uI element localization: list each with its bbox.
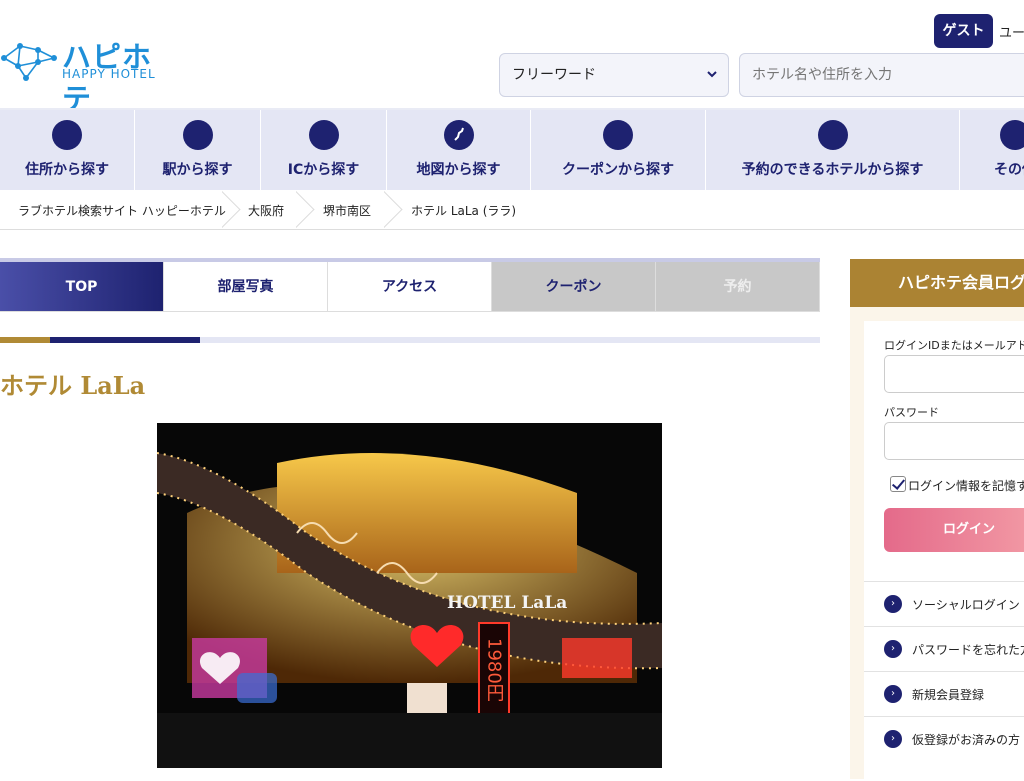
nav-item-map[interactable]: 地図から探す — [387, 110, 530, 190]
price-sign-text: 1980円 — [484, 638, 505, 703]
train-icon — [182, 120, 213, 150]
calendar-icon — [817, 120, 848, 150]
search-nav: 住所から探す 駅から探す ICから探す 地図から探す クーポンから探す 予約ので… — [0, 108, 1024, 190]
remember-checkbox[interactable] — [890, 476, 906, 492]
breadcrumb-separator — [222, 190, 242, 230]
site-header: ハピホテ HAPPY HOTEL ゲスト ユー フリーワード — [0, 0, 1024, 116]
nav-item-label: ICから探す — [287, 162, 360, 178]
link-label: ソーシャルログイン — [912, 598, 1020, 612]
nav-item-label: 地図から探す — [416, 162, 501, 178]
coupon-icon — [603, 120, 633, 150]
hotel-tabs: TOP 部屋写真 アクセス クーポン 予約 — [0, 258, 820, 312]
hotel-sign-text: HOTEL LaLa — [447, 593, 567, 613]
logo[interactable]: ハピホテ HAPPY HOTEL — [0, 36, 172, 116]
tab-room-photos[interactable]: 部屋写真 — [164, 262, 328, 312]
location-icon — [52, 120, 82, 150]
provisional-registered-link[interactable]: › 仮登録がお済みの方 — [864, 716, 1024, 761]
link-label: パスワードを忘れた方 — [912, 643, 1024, 657]
logo-subtext: HAPPY HOTEL — [62, 67, 156, 81]
login-panel: ハピホテ会員ログ ログインIDまたはメールアドレ パスワード ログイン情報を記憶… — [850, 259, 1024, 781]
login-id-label: ログインIDまたはメールアドレ — [884, 339, 1024, 352]
hotel-title: ホテル LaLa — [0, 371, 146, 400]
nav-item-coupon[interactable]: クーポンから探す — [531, 110, 705, 190]
breadcrumb-item[interactable]: 大阪府 — [248, 202, 284, 219]
link-label: 新規会員登録 — [912, 688, 985, 702]
login-panel-title: ハピホテ会員ログ — [850, 259, 1024, 307]
breadcrumb-item[interactable]: ラブホテル検索サイト ハッピーホテル — [18, 202, 226, 219]
chevron-right-icon: › — [884, 685, 902, 703]
nav-item-station[interactable]: 駅から探す — [135, 110, 260, 190]
nav-item-reservable[interactable]: 予約のできるホテルから探す — [706, 110, 959, 190]
nav-item-other[interactable]: その他 — [960, 110, 1024, 190]
nav-item-label: その他 — [994, 162, 1024, 178]
tab-top[interactable]: TOP — [0, 262, 164, 312]
chevron-right-icon: › — [884, 595, 902, 613]
login-form: ログインIDまたはメールアドレ パスワード ログイン情報を記憶す ログイン › … — [864, 321, 1024, 781]
user-link[interactable]: ユー — [999, 22, 1024, 41]
guest-button[interactable]: ゲスト — [934, 14, 993, 48]
nav-item-label: 予約のできるホテルから探す — [741, 162, 924, 178]
hotel-photo[interactable]: HOTEL LaLa 1980円 — [157, 423, 662, 768]
nav-item-label: 住所から探す — [25, 162, 109, 178]
breadcrumb-separator — [384, 190, 404, 230]
nav-item-ic[interactable]: ICから探す — [261, 110, 386, 190]
more-icon — [1000, 120, 1024, 150]
login-id-field[interactable] — [884, 355, 1024, 393]
section-divider — [0, 337, 820, 343]
nav-item-label: 駅から探す — [162, 162, 233, 178]
breadcrumb-current: ホテル LaLa (ララ) — [411, 204, 517, 218]
breadcrumb-item[interactable]: 堺市南区 — [323, 202, 371, 219]
breadcrumb: ラブホテル検索サイト ハッピーホテル 大阪府 堺市南区 ホテル LaLa (ララ… — [0, 190, 1024, 230]
tab-reservation: 予約 — [656, 262, 820, 312]
nav-item-address[interactable]: 住所から探す — [0, 110, 134, 190]
chevron-down-icon — [706, 54, 718, 113]
nav-item-label: クーポンから探す — [562, 162, 674, 178]
social-login-link[interactable]: › ソーシャルログイン — [864, 581, 1024, 626]
password-field[interactable] — [884, 422, 1024, 460]
remember-label: ログイン情報を記憶す — [908, 479, 1024, 493]
password-label: パスワード — [884, 406, 939, 419]
logo-network-icon — [1, 43, 57, 81]
login-button[interactable]: ログイン — [884, 508, 1024, 552]
link-label: 仮登録がお済みの方 — [912, 733, 1021, 747]
search-input[interactable] — [739, 53, 1024, 97]
search-type-value: フリーワード — [512, 67, 596, 83]
tab-coupon[interactable]: クーポン — [492, 262, 656, 312]
register-link[interactable]: › 新規会員登録 — [864, 671, 1024, 716]
chevron-right-icon: › — [884, 640, 902, 658]
forgot-password-link[interactable]: › パスワードを忘れた方 — [864, 626, 1024, 671]
chevron-right-icon: › — [884, 730, 902, 748]
search-type-select[interactable]: フリーワード — [499, 53, 729, 97]
breadcrumb-separator — [296, 190, 316, 230]
highway-icon — [308, 120, 339, 150]
map-icon — [443, 120, 474, 150]
tab-access[interactable]: アクセス — [328, 262, 492, 312]
